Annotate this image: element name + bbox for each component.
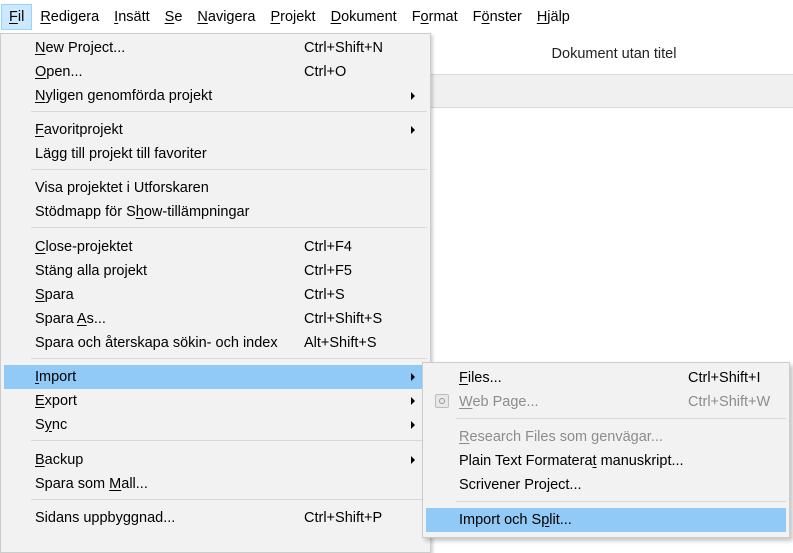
menu-item-sync[interactable]: Sync: [4, 413, 427, 437]
shortcut-label: Alt+Shift+S: [304, 335, 377, 351]
menu-item-import-files[interactable]: Files... Ctrl+Shift+I: [426, 366, 786, 390]
menu-item-add-to-favorites[interactable]: Lägg till projekt till favoriter: [4, 142, 427, 166]
menu-dokument[interactable]: Dokument: [324, 4, 404, 30]
submenu-arrow-icon: [411, 421, 415, 429]
shortcut-label: Ctrl+Shift+I: [688, 370, 761, 386]
submenu-arrow-icon: [411, 373, 415, 381]
web-page-icon: [435, 394, 449, 408]
menu-separator: [31, 440, 427, 441]
shortcut-label: Ctrl+F4: [304, 239, 352, 255]
import-submenu: Files... Ctrl+Shift+I Web Page... Ctrl+S…: [422, 362, 790, 538]
menu-redigera[interactable]: Redigera: [33, 4, 106, 30]
menu-se[interactable]: Se: [158, 4, 190, 30]
menu-hjalp[interactable]: Hjälp: [530, 4, 577, 30]
menu-item-close-all-projects[interactable]: Stäng alla projekt Ctrl+F5: [4, 259, 427, 283]
submenu-arrow-icon: [411, 456, 415, 464]
submenu-arrow-icon: [411, 397, 415, 405]
menu-separator: [31, 358, 427, 359]
menu-fonster[interactable]: Fö nster: [466, 4, 529, 30]
menu-navigera[interactable]: Navigera: [190, 4, 262, 30]
shortcut-label: Ctrl+Shift+P: [304, 510, 383, 526]
menu-format[interactable]: Fo rmat: [405, 4, 465, 30]
document-toolbar-strip: [430, 75, 793, 108]
submenu-arrow-icon: [411, 126, 415, 134]
menu-item-scrivener-project[interactable]: Scrivener Project...: [426, 473, 786, 497]
menu-fil[interactable]: Fil: [1, 4, 33, 30]
menu-item-support-folder[interactable]: Stödmapp för Show-tillämpningar: [4, 200, 427, 224]
shortcut-label: Ctrl+Shift+N: [304, 40, 383, 56]
menu-item-import-and-split[interactable]: Import och Split...: [426, 508, 786, 532]
menu-item-open[interactable]: Open... Ctrl+O: [4, 60, 427, 84]
shortcut-label: Ctrl+O: [304, 64, 347, 80]
menu-item-new-project[interactable]: New Project... Ctrl+Shift+N: [4, 36, 427, 60]
document-header: Dokument utan titel: [430, 34, 793, 75]
menu-item-save[interactable]: Spara Ctrl+S: [4, 283, 427, 307]
menu-bar: Fil Redigera Insätt Se Navigera Projekt …: [0, 0, 793, 35]
menu-item-close-project[interactable]: Close-projektet Ctrl+F4: [4, 235, 427, 259]
menu-separator: [31, 169, 427, 170]
menu-separator: [31, 111, 427, 112]
shortcut-label: Ctrl+Shift+W: [688, 394, 771, 410]
menu-item-favorite-projects[interactable]: Favoritprojekt: [4, 118, 427, 142]
menu-item-plain-text-manuscript[interactable]: Plain Text Formaterat manuskript...: [426, 449, 786, 473]
menu-item-import-web-page[interactable]: Web Page... Ctrl+Shift+W: [426, 390, 786, 414]
menu-item-import[interactable]: Import: [4, 365, 427, 389]
menu-item-backup[interactable]: Backup: [4, 448, 427, 472]
shortcut-label: Ctrl+Shift+S: [304, 311, 383, 327]
menu-projekt[interactable]: Projekt: [263, 4, 322, 30]
file-menu: New Project... Ctrl+Shift+N Open... Ctrl…: [0, 33, 431, 553]
shortcut-label: Ctrl+F5: [304, 263, 352, 279]
menu-separator: [456, 418, 786, 419]
menu-item-research-files-shortcuts[interactable]: Research Files som genvägar...: [426, 425, 786, 449]
menu-item-page-setup[interactable]: Sidans uppbyggnad... Ctrl+Shift+P: [4, 506, 427, 530]
menu-separator: [31, 499, 427, 500]
menu-item-save-as[interactable]: Spara As... Ctrl+Shift+S: [4, 307, 427, 331]
menu-item-save-and-rebuild-index[interactable]: Spara och återskapa sökin- och index Alt…: [4, 331, 427, 355]
menu-separator: [31, 227, 427, 228]
menu-item-recent-projects[interactable]: Nyligen genomförda projekt: [4, 84, 427, 108]
menu-insatt[interactable]: Insätt: [107, 4, 156, 30]
menu-item-save-as-template[interactable]: Spara som Mall...: [4, 472, 427, 496]
document-title[interactable]: Dokument utan titel: [552, 46, 677, 62]
menu-separator: [456, 501, 786, 502]
shortcut-label: Ctrl+S: [304, 287, 345, 303]
menu-item-show-in-explorer[interactable]: Visa projektet i Utforskaren: [4, 176, 427, 200]
menu-item-export[interactable]: Export: [4, 389, 427, 413]
submenu-arrow-icon: [411, 92, 415, 100]
